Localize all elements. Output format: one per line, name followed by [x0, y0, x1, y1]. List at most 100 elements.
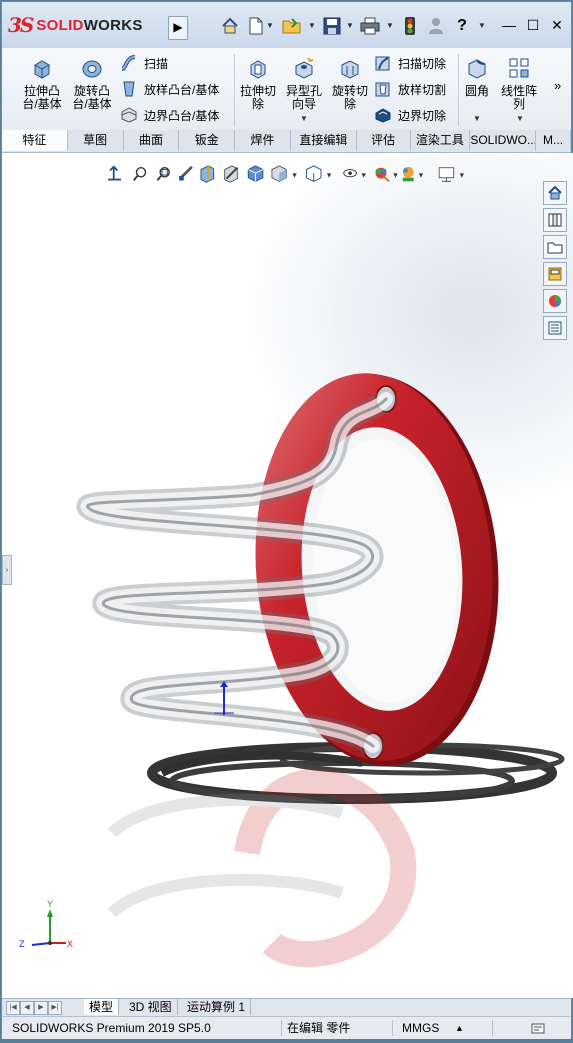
logo-works: WORKS — [83, 16, 143, 34]
home-icon[interactable] — [220, 16, 240, 36]
sweep-label: 扫描 — [144, 56, 169, 71]
tab-weldments[interactable]: 焊件 — [235, 130, 291, 151]
fillet-button[interactable]: 圆角 — [462, 56, 492, 98]
revolved-cut-label-2: 除 — [343, 97, 356, 111]
linear-pattern-caret-icon[interactable]: ▼ — [516, 114, 524, 123]
status-divider — [492, 1020, 493, 1036]
swept-cut-label: 扫描切除 — [398, 56, 447, 71]
linear-pattern-button[interactable]: 线性阵 列 — [498, 56, 540, 111]
3d-view-tab[interactable]: 3D 视图 — [124, 999, 178, 1015]
prev-tab-arrow-icon[interactable]: ◀ — [20, 1001, 34, 1015]
status-bar: SOLIDWORKS Premium 2019 SP5.0 在编辑 零件 MMG… — [2, 1016, 571, 1039]
boundary-boss-label: 边界凸台/基体 — [144, 108, 220, 123]
help-icon[interactable]: ? — [452, 16, 472, 36]
open-folder-icon[interactable] — [282, 16, 302, 36]
lofted-cut-icon — [375, 82, 390, 97]
revolved-boss-label-2: 台/基体 — [72, 97, 112, 111]
separator — [234, 54, 235, 126]
boundary-cut-button[interactable]: 边界切除 — [374, 104, 446, 126]
more-commands-chevron-icon[interactable]: » — [554, 78, 561, 93]
product-version-text: SOLIDWORKS Premium 2019 SP5.0 — [12, 1021, 211, 1035]
hole-wizard-button[interactable]: 异型孔 向导 — [282, 56, 326, 111]
command-manager-tabs: 特征 草图 曲面 钣金 焊件 直接编辑 评估 渲染工具 SOLIDWO... M… — [2, 130, 571, 153]
save-icon[interactable] — [322, 16, 342, 36]
minimize-button[interactable]: — — [498, 14, 520, 36]
revolved-boss-icon — [82, 60, 102, 78]
help-caret-icon[interactable]: ▼ — [478, 21, 486, 30]
rebuild-traffic-light-icon[interactable] — [400, 16, 420, 36]
tab-sheet-metal[interactable]: 钣金 — [179, 130, 236, 151]
tab-evaluate[interactable]: 评估 — [357, 130, 411, 151]
logo-text: SOLIDWORKS — [36, 17, 142, 34]
tab-render-tools[interactable]: 渲染工具 — [411, 130, 471, 151]
new-document-icon[interactable] — [246, 16, 266, 36]
open-caret-icon[interactable]: ▼ — [308, 21, 316, 30]
extruded-cut-icon — [250, 60, 266, 79]
hole-wizard-label-2: 向导 — [291, 97, 316, 111]
logo-solid: SOLID — [36, 16, 84, 34]
triad-z-label: Z — [19, 939, 25, 949]
command-manager: 拉伸凸 台/基体 旋转凸 台/基体 扫描 放样凸台/基体 边界凸台/基体 拉伸切… — [2, 48, 571, 131]
graphics-area[interactable]: ▼ ▼ ▼ ▼ ▼ ▼ › Y X Z — [2, 153, 573, 998]
extruded-cut-label-2: 除 — [251, 97, 264, 111]
tab-sketch[interactable]: 草图 — [68, 130, 124, 151]
user-account-icon[interactable] — [426, 16, 446, 36]
loft-button[interactable]: 放样凸台/基体 — [120, 78, 219, 100]
last-tab-arrow-icon[interactable]: ▶| — [48, 1001, 62, 1015]
revolved-cut-icon — [341, 60, 359, 79]
boundary-boss-button[interactable]: 边界凸台/基体 — [120, 104, 219, 126]
unit-system-selector[interactable]: MMGS — [402, 1017, 439, 1039]
revolved-boss-button[interactable]: 旋转凸 台/基体 — [70, 56, 114, 111]
fillet-caret-icon[interactable]: ▼ — [473, 114, 481, 123]
status-divider — [281, 1020, 282, 1036]
fillet-label: 圆角 — [464, 84, 489, 98]
tab-features[interactable]: 特征 — [2, 130, 68, 151]
next-tab-arrow-icon[interactable]: ▶ — [34, 1001, 48, 1015]
sweep-button[interactable]: 扫描 — [120, 52, 168, 74]
save-caret-icon[interactable]: ▼ — [346, 21, 354, 30]
hole-wizard-icon — [295, 57, 314, 79]
boundary-cut-label: 边界切除 — [398, 108, 447, 123]
print-icon[interactable] — [360, 16, 380, 36]
loft-icon — [123, 81, 135, 97]
loft-label: 放样凸台/基体 — [144, 82, 220, 97]
hole-wizard-caret-icon[interactable]: ▼ — [300, 114, 308, 123]
swept-cut-button[interactable]: 扫描切除 — [374, 52, 446, 74]
motion-study-tab[interactable]: 运动算例 1 — [182, 999, 252, 1015]
tab-direct-editing[interactable]: 直接编辑 — [291, 130, 357, 151]
tab-solidworks-addins[interactable]: SOLIDWO... — [470, 130, 537, 151]
solidworks-logo[interactable]: 3S SOLIDWORKS — [8, 10, 143, 40]
linear-pattern-label-2: 列 — [512, 97, 525, 111]
menu-flyout-arrow-icon[interactable]: ▶ — [168, 16, 188, 40]
first-tab-arrow-icon[interactable]: |◀ — [6, 1001, 20, 1015]
model-view-tabs: |◀ ◀ ▶ ▶| 模型 3D 视图 运动算例 1 — [2, 998, 571, 1016]
tab-more[interactable]: M... — [536, 130, 571, 151]
revolved-cut-button[interactable]: 旋转切 除 — [328, 56, 372, 111]
print-caret-icon[interactable]: ▼ — [386, 21, 394, 30]
extruded-boss-label-2: 台/基体 — [22, 97, 62, 111]
triad-y-label: Y — [47, 899, 53, 909]
lofted-cut-button[interactable]: 放样切割 — [374, 78, 446, 100]
floor-reflection — [107, 768, 417, 968]
extruded-cut-button[interactable]: 拉伸切 除 — [236, 56, 280, 111]
fillet-icon — [468, 59, 486, 79]
triad-x-label: X — [67, 939, 73, 949]
close-button[interactable]: ✕ — [546, 14, 568, 36]
extruded-boss-button[interactable]: 拉伸凸 台/基体 — [20, 56, 64, 111]
boundary-boss-icon — [121, 107, 137, 123]
boundary-cut-icon — [375, 108, 391, 123]
maximize-button[interactable]: ☐ — [522, 14, 544, 36]
title-bar: 3S SOLIDWORKS ▶ ▼ ▼ ▼ ▼ ? ▼ — ☐ ✕ — [2, 2, 571, 49]
linear-pattern-icon — [509, 58, 529, 78]
sweep-icon — [121, 55, 136, 71]
quick-tips-icon[interactable] — [530, 1020, 546, 1043]
reference-triad: Y X Z — [19, 899, 73, 949]
tab-surfaces[interactable]: 曲面 — [124, 130, 180, 151]
model-scene: Y X Z — [19, 373, 565, 968]
extruded-boss-icon — [34, 60, 50, 79]
solidworks-window: 3S SOLIDWORKS ▶ ▼ ▼ ▼ ▼ ? ▼ — ☐ ✕ 拉伸凸 台/… — [1, 1, 573, 1039]
model-tab[interactable]: 模型 — [84, 999, 120, 1015]
new-caret-icon[interactable]: ▼ — [266, 21, 274, 30]
unit-system-caret-icon[interactable]: ▲ — [455, 1017, 464, 1039]
swept-cut-icon — [375, 56, 390, 71]
